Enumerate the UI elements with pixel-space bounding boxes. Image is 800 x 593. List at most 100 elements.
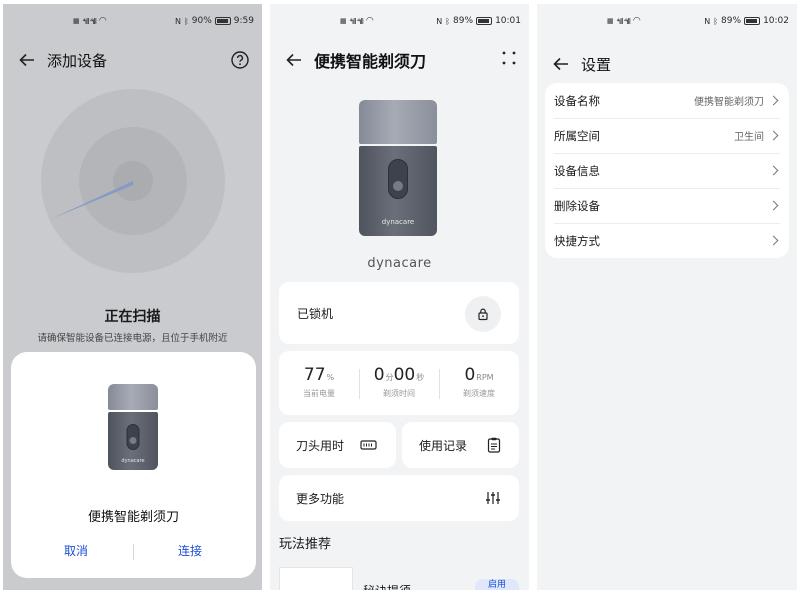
- sheet-actions: 取消 连接: [11, 542, 256, 562]
- device-brand-mark: dynacare: [121, 458, 145, 464]
- shave-time-stat: 0分00秒 剃须时间: [359, 351, 439, 399]
- signal-icon: ⁴ıll ⁴ıll: [616, 16, 631, 26]
- wifi-icon: ◠: [98, 16, 107, 26]
- battery-text: 90%: [191, 16, 212, 26]
- top-bar: 设置: [537, 50, 797, 78]
- nfc-icon: N: [174, 16, 181, 26]
- status-left: ▦ ⁴ıll ⁴ıll ◠: [73, 16, 107, 26]
- status-right: N ᛒ 89% 10:02: [704, 16, 789, 26]
- clipboard-icon: [487, 437, 501, 453]
- settings-row-delete-device[interactable]: 删除设备: [545, 188, 789, 223]
- shave-time-caption: 剃须时间: [383, 389, 415, 398]
- battery-icon: [476, 17, 493, 25]
- recommend-item-title: 秘诀提须: [363, 582, 411, 590]
- row-label: 删除设备: [554, 198, 600, 213]
- shave-min-unit: 分: [385, 373, 394, 382]
- lock-status: 已锁机: [297, 307, 334, 321]
- speed-stat: 0RPM 剃须速度: [439, 351, 519, 399]
- status-right: N ᛒ 90% 9:59: [175, 16, 254, 26]
- device-name: 便携智能剃须刀: [87, 510, 179, 525]
- more-button[interactable]: [501, 50, 517, 70]
- clock: 10:02: [763, 16, 789, 26]
- connect-button[interactable]: 连接: [140, 542, 240, 559]
- battery-icon: [744, 17, 761, 25]
- wifi-icon: ◠: [632, 16, 641, 26]
- hd-icon: ▦: [340, 17, 347, 25]
- recommend-enable-button[interactable]: 启用: [475, 579, 519, 590]
- settings-row-space[interactable]: 所属空间 卫生间: [545, 118, 789, 153]
- screen-device-home: ▦ ⁴ıll ⁴ıll ◠ N ᛒ 89% 10:01 便携智能剃须刀 dyna…: [270, 4, 529, 590]
- wifi-icon: ◠: [365, 16, 374, 26]
- sliders-icon: [486, 492, 500, 504]
- shave-min-value: 0: [373, 365, 385, 385]
- settings-row-device-name[interactable]: 设备名称 便携智能剃须刀: [545, 83, 789, 118]
- blade-usage-label: 刀头用时: [296, 439, 345, 453]
- cancel-button[interactable]: 取消: [26, 542, 126, 559]
- chevron-right-icon: [768, 130, 779, 141]
- signal-icon: ⁴ıll ⁴ıll: [82, 16, 97, 26]
- device-image: dynacare: [359, 100, 437, 236]
- speed-unit: RPM: [476, 373, 494, 382]
- chevron-right-icon: [768, 165, 779, 176]
- status-left: ▦ ⁴ıll ⁴ıll ◠: [340, 16, 374, 26]
- top-bar: 便携智能剃须刀: [270, 46, 529, 74]
- arrow-left-icon: [286, 53, 301, 67]
- clock: 9:59: [233, 16, 254, 26]
- settings-row-device-info[interactable]: 设备信息: [545, 153, 789, 188]
- arrow-left-icon: [19, 53, 34, 67]
- usage-history-card[interactable]: 使用记录: [402, 422, 519, 468]
- row-label: 设备名称: [554, 93, 600, 108]
- signal-icon: ⁴ıll ⁴ıll: [349, 16, 364, 26]
- back-button[interactable]: [284, 50, 304, 70]
- back-button[interactable]: [17, 50, 37, 70]
- stats-card: 77% 当前电量 0分00秒 剃须时间 0RPM 剃须速度: [279, 351, 519, 415]
- lock-button[interactable]: [465, 296, 501, 332]
- page-title: 便携智能剃须刀: [314, 52, 427, 71]
- nfc-icon: N: [704, 16, 711, 26]
- more-functions-label: 更多功能: [296, 492, 345, 506]
- row-label: 设备信息: [554, 163, 600, 178]
- page-title: 设置: [581, 55, 612, 74]
- chevron-right-icon: [768, 95, 779, 106]
- speed-caption: 剃须速度: [463, 389, 495, 398]
- battery-icon: [214, 17, 231, 25]
- shave-sec-value: 00: [393, 365, 416, 385]
- recommend-section-title: 玩法推荐: [279, 537, 332, 552]
- row-value: 卫生间: [734, 132, 764, 143]
- battery-text: 89%: [453, 16, 474, 26]
- lock-icon: [478, 308, 488, 321]
- row-value: 便携智能剃须刀: [694, 97, 764, 108]
- screen-add-device: ▦ ⁴ıll ⁴ıll ◠ N ᛒ 90% 9:59 添加设备 正在扫描 请确保…: [3, 4, 262, 590]
- top-bar: 添加设备: [3, 46, 262, 74]
- row-label: 所属空间: [554, 128, 600, 143]
- more-functions-card[interactable]: 更多功能: [279, 475, 519, 521]
- settings-row-shortcut[interactable]: 快捷方式: [545, 223, 789, 258]
- screen-settings: ▦ ⁴ıll ⁴ıll ◠ N ᛒ 89% 10:02 设置 设备名称 便携智能…: [537, 4, 797, 590]
- status-bar: ▦ ⁴ıll ⁴ıll ◠ N ᛒ 89% 10:01: [270, 16, 529, 30]
- chevron-right-icon: [768, 200, 779, 211]
- battery-caption: 当前电量: [303, 389, 335, 398]
- status-right: N ᛒ 89% 10:01: [436, 16, 521, 26]
- battery-bar-icon: [360, 440, 377, 450]
- scanning-hint: 请确保智能设备已连接电源，且位于手机附近: [37, 333, 228, 344]
- usage-history-label: 使用记录: [419, 439, 468, 453]
- battery-value: 77: [303, 365, 326, 385]
- device-found-sheet: dynacare 便携智能剃须刀 取消 连接: [11, 352, 256, 578]
- question-circle-icon: [231, 51, 249, 69]
- page-title: 添加设备: [47, 51, 108, 70]
- shave-sec-unit: 秒: [416, 373, 425, 382]
- blade-usage-card[interactable]: 刀头用时: [279, 422, 396, 468]
- divider: [133, 544, 134, 560]
- more-dots-icon: [502, 51, 516, 65]
- brand-logo: dynacare: [367, 256, 432, 271]
- device-image: dynacare: [108, 384, 158, 470]
- bluetooth-icon: ᛒ: [713, 16, 719, 26]
- back-button[interactable]: [551, 54, 571, 74]
- row-label: 快捷方式: [554, 233, 600, 248]
- help-button[interactable]: [230, 50, 250, 74]
- battery-text: 89%: [721, 16, 742, 26]
- bluetooth-icon: ᛒ: [445, 16, 451, 26]
- clock: 10:01: [495, 16, 521, 26]
- chevron-right-icon: [768, 235, 779, 246]
- recommend-thumbnail: [279, 567, 353, 590]
